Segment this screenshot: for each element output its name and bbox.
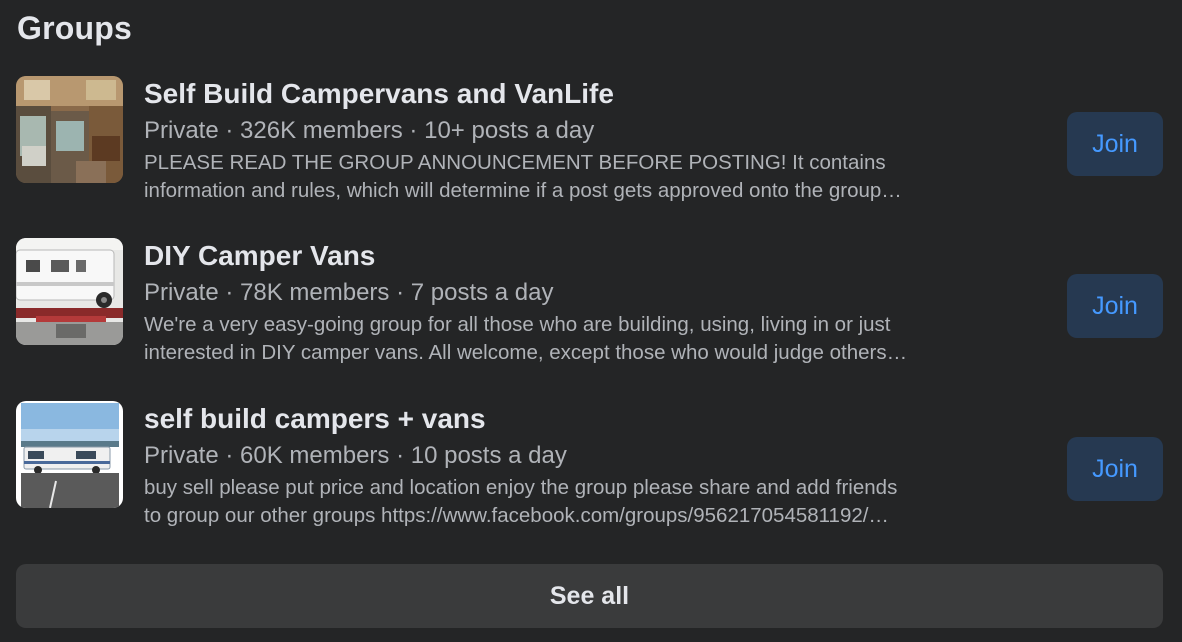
campervan-interior-image: [16, 76, 123, 183]
group-meta: Private · 326K members · 10+ posts a day: [144, 117, 595, 144]
group-thumbnail[interactable]: [16, 401, 123, 508]
camper-van-exterior-image: [16, 238, 123, 345]
group-description-line: to group our other groups https://www.fa…: [144, 504, 889, 527]
group-thumbnail[interactable]: [16, 238, 123, 345]
motorhome-parking-image: [16, 401, 123, 508]
group-item[interactable]: DIY Camper Vans Private · 78K members · …: [16, 238, 1166, 378]
group-item[interactable]: self build campers + vans Private · 60K …: [16, 401, 1166, 541]
group-name[interactable]: self build campers + vans: [144, 401, 1044, 437]
join-button[interactable]: Join: [1067, 112, 1163, 176]
join-button[interactable]: Join: [1067, 437, 1163, 501]
group-description: buy sell please put price and location e…: [144, 474, 1044, 530]
group-description-line: buy sell please put price and location e…: [144, 476, 898, 499]
group-description-line: PLEASE READ THE GROUP ANNOUNCEMENT BEFOR…: [144, 151, 886, 174]
group-thumbnail[interactable]: [16, 76, 123, 183]
join-button[interactable]: Join: [1067, 274, 1163, 338]
group-description-line: information and rules, which will determ…: [144, 179, 902, 202]
group-description: We're a very easy-going group for all th…: [144, 311, 1044, 367]
section-title: Groups: [17, 10, 132, 46]
group-description-line: interested in DIY camper vans. All welco…: [144, 341, 908, 364]
see-all-button[interactable]: See all: [16, 564, 1163, 628]
groups-section: Groups Self Build Campervans and VanLife…: [0, 0, 1182, 642]
group-description-line: We're a very easy-going group for all th…: [144, 313, 891, 336]
group-meta: Private · 78K members · 7 posts a day: [144, 279, 554, 306]
group-meta: Private · 60K members · 10 posts a day: [144, 442, 567, 469]
group-info: Self Build Campervans and VanLife Privat…: [144, 76, 1044, 205]
group-info: DIY Camper Vans Private · 78K members · …: [144, 238, 1044, 367]
group-item[interactable]: Self Build Campervans and VanLife Privat…: [16, 76, 1166, 216]
group-info: self build campers + vans Private · 60K …: [144, 401, 1044, 530]
group-name[interactable]: Self Build Campervans and VanLife: [144, 76, 1044, 112]
group-description: PLEASE READ THE GROUP ANNOUNCEMENT BEFOR…: [144, 149, 1044, 205]
group-name[interactable]: DIY Camper Vans: [144, 238, 1044, 274]
